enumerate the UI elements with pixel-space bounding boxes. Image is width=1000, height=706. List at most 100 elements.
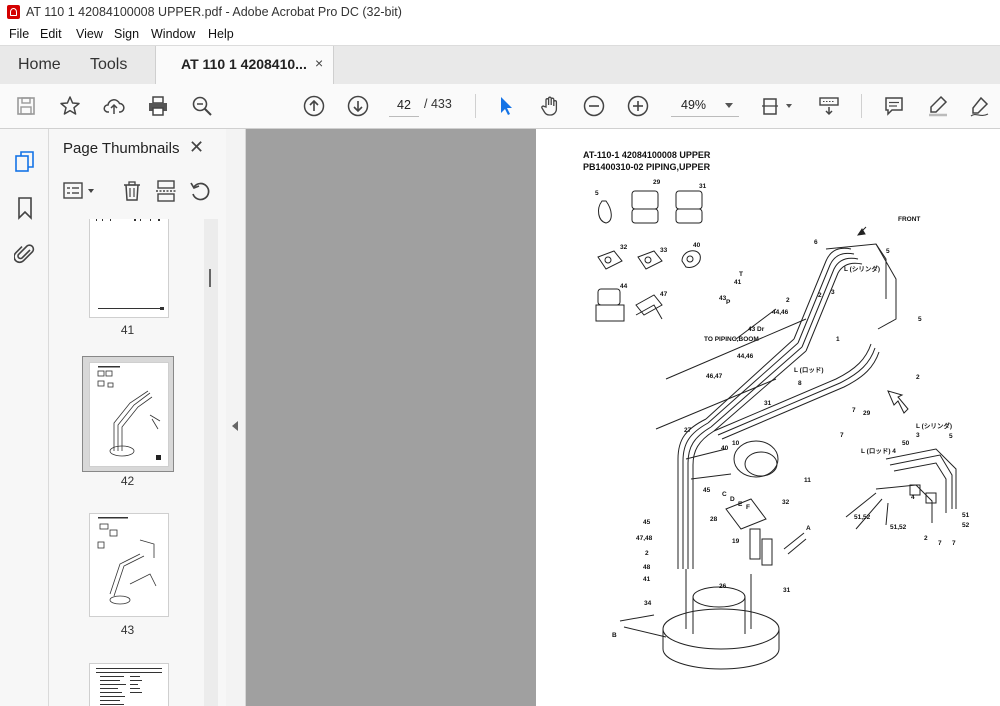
zoom-level-dropdown[interactable]: 49%: [671, 94, 739, 117]
highlight-pen-icon[interactable]: [926, 94, 950, 118]
callout-50: 50: [902, 440, 910, 447]
navigation-rail: [0, 129, 49, 706]
thumbnail-page-43[interactable]: [89, 513, 169, 617]
callout-31c: 31: [783, 587, 791, 594]
callout-40b: 40: [721, 445, 729, 452]
callout-41b: 41: [643, 576, 651, 583]
toolbar-divider: [475, 94, 476, 118]
callout-44-46: 44,46: [772, 309, 789, 316]
page-thumbnails-panel: Page Thumbnails ✕ 41 42 43: [49, 129, 227, 706]
extract-pages-icon[interactable]: [154, 179, 178, 208]
thumbnail-list: 41 42 43: [49, 219, 204, 706]
label-d: D: [730, 496, 735, 503]
thumbnail-page-number: 42: [120, 474, 135, 488]
label-l-cylinder-right: L (シリンダ): [916, 421, 952, 430]
callout-41: 41: [734, 279, 742, 286]
thumbnail-page-number: 43: [120, 623, 135, 637]
zoom-out-icon[interactable]: [582, 94, 606, 118]
callout-5d: 5: [949, 433, 953, 440]
callout-26: 26: [719, 583, 727, 590]
callout-34: 34: [644, 600, 652, 607]
panel-collapse-handle[interactable]: [226, 129, 246, 706]
callout-11: 11: [804, 477, 811, 484]
callout-8: 8: [798, 380, 802, 387]
close-icon[interactable]: ✕: [189, 137, 204, 158]
menu-file[interactable]: File: [9, 27, 29, 41]
pdf-page: AT-110-1 42084100008 UPPER PB1400310-02 …: [536, 129, 1000, 706]
tab-close-icon[interactable]: ×: [315, 55, 323, 71]
previous-page-icon[interactable]: [302, 94, 326, 118]
fit-page-icon[interactable]: [760, 94, 796, 118]
save-icon[interactable]: [14, 94, 38, 118]
tab-bar: Home Tools AT 110 1 4208410... ×: [0, 45, 1000, 85]
menu-view[interactable]: View: [76, 27, 103, 41]
label-a: A: [806, 525, 811, 532]
zoom-in-icon[interactable]: [626, 94, 650, 118]
comment-icon[interactable]: [882, 94, 906, 118]
hand-tool-icon[interactable]: [538, 94, 562, 118]
cloud-upload-icon[interactable]: [102, 94, 126, 118]
keyboard-scroll-icon[interactable]: [817, 94, 841, 118]
callout-29: 29: [653, 179, 661, 186]
callout-2d: 2: [645, 550, 649, 557]
select-cursor-icon[interactable]: [494, 94, 518, 118]
label-e: E: [738, 501, 743, 508]
rotate-icon[interactable]: [188, 179, 212, 208]
callout-3: 3: [831, 289, 835, 296]
callout-7b: 7: [840, 432, 844, 439]
attachments-icon[interactable]: [13, 242, 36, 271]
callout-51-52: 51,52: [854, 514, 871, 521]
menu-sign[interactable]: Sign: [114, 27, 139, 41]
sign-pen-icon[interactable]: [968, 94, 992, 118]
menu-help[interactable]: Help: [208, 27, 234, 41]
menu-bar: File Edit View Sign Window Help: [0, 25, 1000, 45]
panel-title: Page Thumbnails: [63, 140, 180, 157]
next-page-icon[interactable]: [346, 94, 370, 118]
tab-document[interactable]: AT 110 1 4208410... ×: [155, 46, 334, 85]
tab-document-label: AT 110 1 4208410...: [181, 56, 307, 72]
callout-32: 32: [620, 244, 628, 251]
callout-5b: 5: [886, 248, 890, 255]
acrobat-app-icon: [7, 5, 20, 19]
scrollbar-thumb[interactable]: [209, 269, 211, 287]
callout-46-47: 46,47: [706, 373, 723, 380]
thumbnail-page-41[interactable]: [89, 219, 169, 318]
title-bar: AT 110 1 42084100008 UPPER.pdf - Adobe A…: [0, 0, 1000, 26]
callout-47-48: 47,48: [636, 535, 653, 542]
thumbnail-page-42[interactable]: [89, 362, 169, 467]
callout-3b: 3: [916, 432, 920, 439]
tab-tools[interactable]: Tools: [90, 46, 127, 84]
label-l-rod: L (ロッド): [794, 366, 824, 374]
thumbnail-toolbar: [49, 173, 226, 209]
delete-trash-icon[interactable]: [120, 179, 144, 208]
page-thumbnails-icon[interactable]: [14, 150, 36, 179]
callout-33: 33: [660, 247, 668, 254]
label-p: P: [726, 299, 731, 306]
chevron-down-icon: [725, 103, 733, 108]
page-number-input[interactable]: 42: [389, 94, 419, 117]
callout-40: 40: [693, 242, 701, 249]
callout-51-52b: 51,52: [890, 524, 907, 531]
thumbnail-page-44[interactable]: [89, 663, 169, 706]
window-title: AT 110 1 42084100008 UPPER.pdf - Adobe A…: [26, 5, 402, 19]
label-front: FRONT: [898, 216, 920, 223]
menu-edit[interactable]: Edit: [40, 27, 62, 41]
callout-2b: 2: [818, 292, 822, 299]
zoom-search-icon[interactable]: [190, 94, 214, 118]
callout-45b: 45: [643, 519, 651, 526]
callout-48: 48: [643, 564, 651, 571]
callout-47: 47: [660, 291, 668, 298]
print-icon[interactable]: [146, 94, 170, 118]
options-menu-icon[interactable]: [62, 180, 98, 207]
callout-19: 19: [732, 538, 740, 545]
callout-6: 6: [814, 239, 818, 246]
label-l-cylinder: L (シリンダ): [844, 264, 880, 273]
main-toolbar: 42 / 433 49%: [0, 84, 1000, 129]
bookmarks-icon[interactable]: [16, 196, 34, 225]
callout-4: 4: [911, 494, 915, 501]
menu-window[interactable]: Window: [151, 27, 195, 41]
bookmark-star-icon[interactable]: [58, 94, 82, 118]
document-view[interactable]: AT-110-1 42084100008 UPPER PB1400310-02 …: [246, 129, 1000, 706]
thumbnail-scrollbar[interactable]: [204, 219, 218, 706]
tab-home[interactable]: Home: [18, 46, 61, 84]
